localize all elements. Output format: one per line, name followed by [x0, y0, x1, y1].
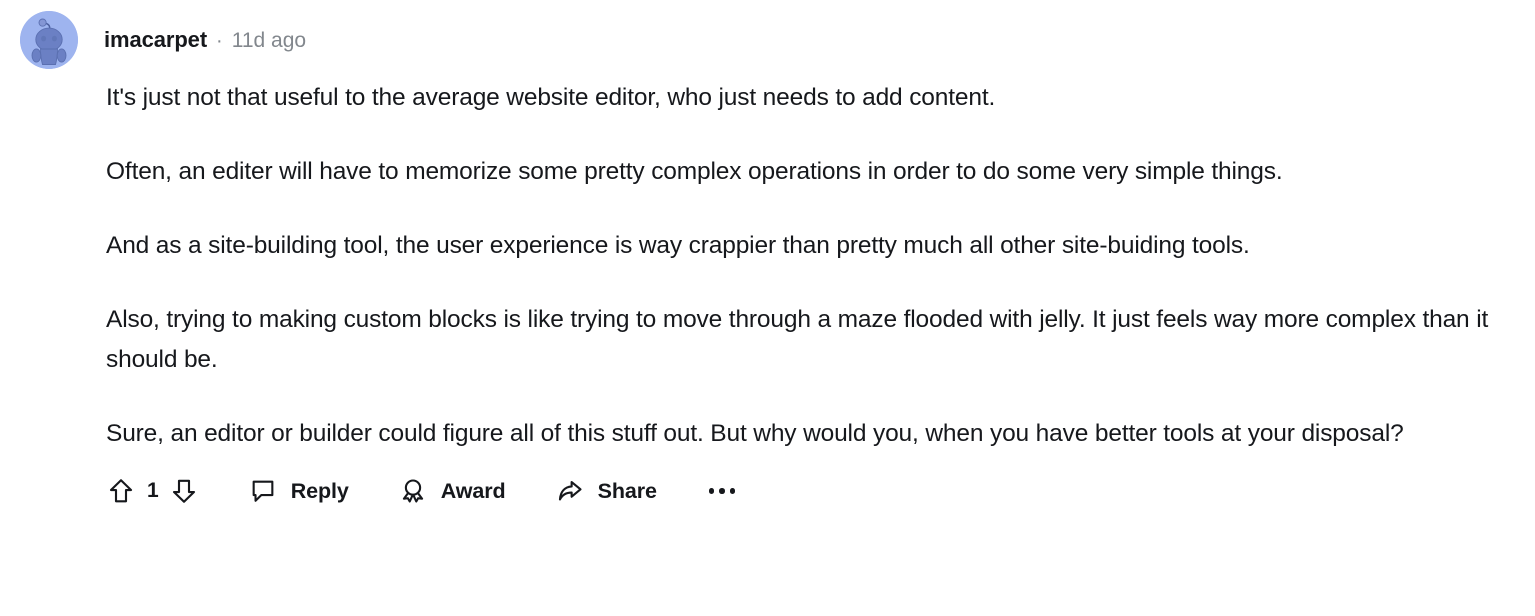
- award-button[interactable]: Award: [399, 477, 506, 505]
- comment-body: It's just not that useful to the average…: [0, 78, 1535, 454]
- reply-button[interactable]: Reply: [249, 477, 349, 505]
- comment-paragraph: Also, trying to making custom blocks is …: [106, 306, 1489, 373]
- more-options-button[interactable]: [708, 488, 736, 494]
- share-button[interactable]: Share: [556, 477, 657, 505]
- comment-meta: imacarpet · 11d ago: [104, 27, 306, 53]
- award-label: Award: [440, 478, 506, 503]
- comment-timestamp: 11d ago: [231, 29, 307, 52]
- comment-paragraph: It's just not that useful to the average…: [106, 84, 996, 111]
- downvote-arrow-icon: [172, 479, 195, 503]
- vote-count: 1: [147, 479, 159, 502]
- comment-paragraph: Often, an editer will have to memorize s…: [106, 158, 1283, 185]
- reply-label: Reply: [290, 478, 349, 503]
- comment-header: imacarpet · 11d ago: [0, 0, 1535, 69]
- comment-author-username[interactable]: imacarpet: [104, 27, 207, 53]
- comment-container: imacarpet · 11d ago It's just not that u…: [0, 0, 1535, 616]
- reddit-snoo-avatar-icon: [20, 11, 78, 69]
- comment-paragraph: And as a site-building tool, the user ex…: [106, 232, 1250, 259]
- share-label: Share: [597, 478, 657, 503]
- downvote-button[interactable]: [169, 476, 199, 506]
- upvote-arrow-icon: [109, 479, 133, 503]
- meta-separator: ·: [216, 30, 223, 52]
- award-medal-icon: [399, 477, 427, 505]
- comment-action-bar: 1 Reply Award Share: [0, 476, 1535, 506]
- comment-bubble-icon: [249, 477, 277, 505]
- avatar[interactable]: [20, 11, 78, 69]
- comment-paragraph: Sure, an editor or builder could figure …: [106, 420, 1404, 447]
- more-options-icon: [708, 488, 736, 494]
- vote-group: 1: [106, 476, 199, 506]
- upvote-button[interactable]: [106, 476, 136, 506]
- share-arrow-icon: [556, 477, 584, 505]
